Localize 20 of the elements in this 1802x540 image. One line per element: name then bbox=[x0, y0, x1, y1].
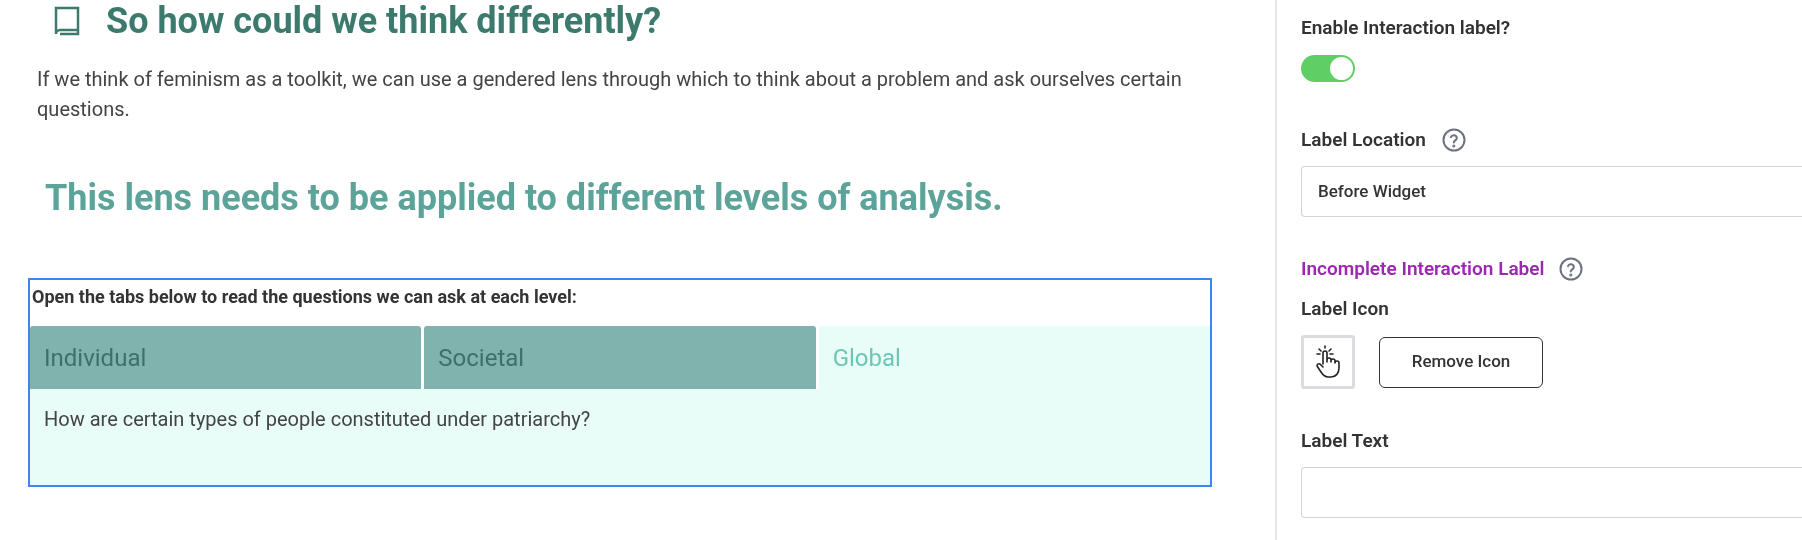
help-icon[interactable] bbox=[1441, 128, 1466, 152]
field-label: Label Text bbox=[1301, 428, 1390, 454]
tab[interactable]: Societal bbox=[424, 326, 816, 389]
select-field[interactable]: Before Widget bbox=[1301, 166, 1802, 217]
field-label: Label Location bbox=[1301, 127, 1426, 153]
panel-text: How are certain types of people constituted under patriarchy? bbox=[44, 406, 592, 433]
help-icon[interactable] bbox=[1559, 257, 1584, 281]
tab[interactable]: Global bbox=[818, 326, 1210, 389]
remove-icon-button[interactable]: Remove Icon bbox=[1379, 336, 1543, 388]
callout-heading: This lens needs to be applied to different levels of analysis. bbox=[45, 176, 1004, 220]
field-label: Label Icon bbox=[1301, 296, 1390, 322]
toggle-switch[interactable] bbox=[1301, 55, 1355, 82]
label-text-field[interactable] bbox=[1301, 467, 1802, 518]
section-label: Incomplete Interaction Label bbox=[1301, 256, 1545, 282]
icon-picker[interactable] bbox=[1301, 335, 1355, 389]
section-heading: So how could we think differently? bbox=[106, 1, 662, 41]
instruction-text: Open the tabs below to read the questions we can ask at each level: bbox=[31, 285, 578, 309]
tab[interactable]: Individual bbox=[30, 326, 422, 389]
field-label: Enable Interaction label? bbox=[1301, 15, 1512, 41]
intro-paragraph: If we think of feminism as a toolkit, we can use a gendered lens through which to think about a problem and ask ourselves certain questions. bbox=[37, 66, 1183, 123]
